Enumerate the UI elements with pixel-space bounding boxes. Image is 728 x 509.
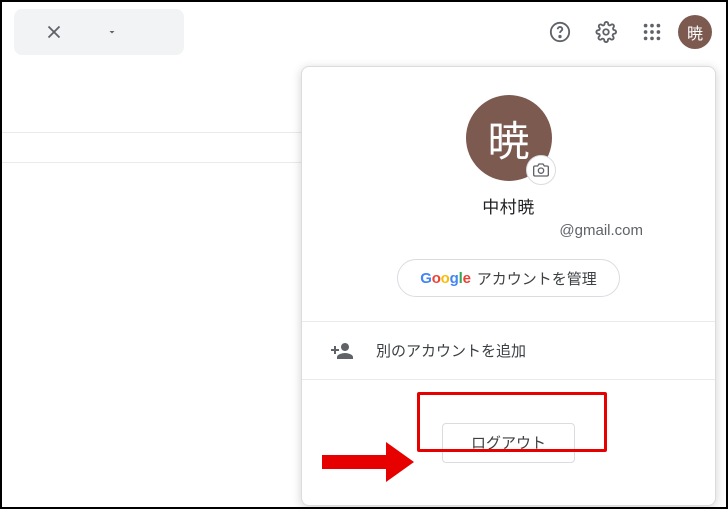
help-icon[interactable] — [540, 12, 580, 52]
account-email: @gmail.com — [559, 222, 695, 239]
annotation-arrow — [322, 442, 414, 482]
change-photo-button[interactable] — [526, 155, 556, 185]
arrow-stem — [322, 455, 386, 469]
avatar-large-wrap: 暁 — [466, 95, 552, 181]
account-avatar-small[interactable]: 暁 — [678, 15, 712, 49]
search-options-pill — [14, 9, 184, 55]
avatar-initial: 暁 — [687, 20, 703, 44]
camera-icon — [533, 162, 549, 178]
topbar: 暁 — [2, 2, 726, 62]
list-divider — [2, 162, 302, 163]
google-logo-text: Google — [420, 270, 471, 287]
annotation-highlight — [417, 392, 607, 452]
account-display-name: 中村暁 — [482, 193, 535, 218]
manage-account-label: アカウントを管理 — [477, 268, 597, 289]
popup-profile-section: 暁 中村暁 @gmail.com Google アカウントを管理 — [302, 67, 715, 322]
dropdown-caret-icon[interactable] — [102, 12, 122, 52]
apps-grid-icon[interactable] — [632, 12, 672, 52]
close-icon[interactable] — [34, 12, 74, 52]
header-right-icons: 暁 — [540, 12, 712, 52]
manage-account-button[interactable]: Google アカウントを管理 — [397, 259, 620, 297]
settings-gear-icon[interactable] — [586, 12, 626, 52]
arrow-head-icon — [386, 442, 414, 482]
avatar-initial: 暁 — [487, 108, 529, 169]
account-popup: 暁 中村暁 @gmail.com Google アカウントを管理 別のアカウント… — [301, 66, 716, 506]
list-divider — [2, 132, 302, 133]
add-account-row[interactable]: 別のアカウントを追加 — [302, 322, 715, 380]
person-add-icon — [330, 339, 354, 363]
add-account-label: 別のアカウントを追加 — [376, 340, 526, 361]
